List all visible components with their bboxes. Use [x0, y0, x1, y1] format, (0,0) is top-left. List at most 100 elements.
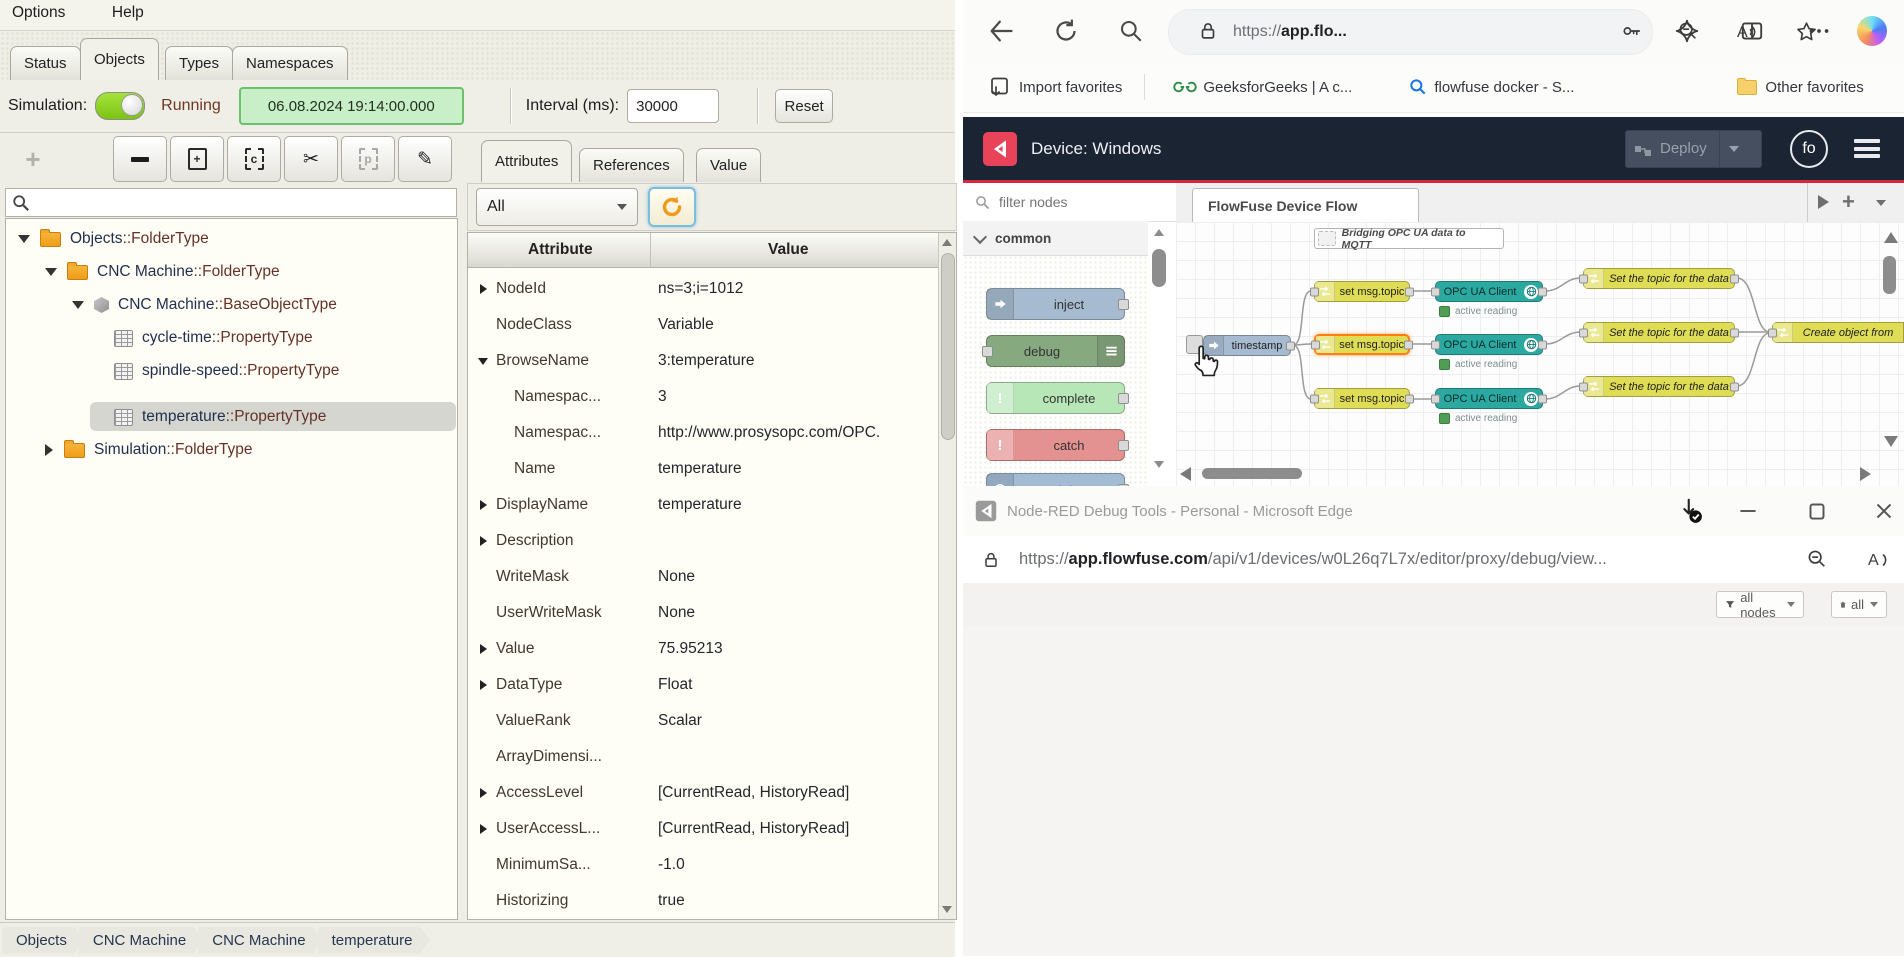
table-row[interactable]: WriteMaskNone [468, 559, 938, 595]
vscrollbar-thumb[interactable] [1883, 256, 1896, 294]
user-avatar[interactable]: fo [1790, 130, 1828, 168]
expander-icon[interactable] [45, 444, 53, 456]
input-port[interactable] [1431, 394, 1440, 403]
add-node-button[interactable]: + [6, 136, 60, 182]
flow-node-create-object[interactable]: Create object from [1772, 322, 1904, 343]
split-screen-icon[interactable] [1739, 18, 1765, 44]
tab-references[interactable]: References [579, 148, 684, 182]
output-port[interactable] [1538, 287, 1547, 296]
hamburger-menu-icon[interactable] [1854, 139, 1880, 158]
input-port[interactable] [1431, 287, 1440, 296]
palette-filter-input[interactable] [997, 193, 1151, 211]
table-row[interactable]: NodeIdns=3;i=1012 [468, 271, 938, 307]
read-aloud-icon[interactable]: A [1866, 548, 1890, 572]
scroll-down-icon[interactable] [1154, 461, 1164, 468]
table-row[interactable]: NodeClassVariable [468, 307, 938, 343]
tab-namespaces[interactable]: Namespaces [232, 46, 348, 80]
tree-item-objects[interactable]: Objects::FolderType [18, 224, 209, 254]
input-port[interactable] [1310, 394, 1319, 403]
hscroll-left-icon[interactable] [1180, 467, 1191, 481]
table-row[interactable]: ArrayDimensi... [468, 739, 938, 775]
copy-button[interactable]: c [227, 136, 281, 182]
tree-item-cycle-time[interactable]: cycle-time::PropertyType [114, 323, 313, 353]
cut-button[interactable]: ✂ [284, 136, 338, 182]
favorite-geeksforgeeks[interactable]: GeeksforGeeks | A c... [1203, 79, 1352, 96]
flow-node-set-topic-2[interactable]: Set the topic for the data [1583, 322, 1735, 343]
table-row[interactable]: DisplayNametemperature [468, 487, 938, 523]
output-port[interactable] [1404, 340, 1413, 349]
input-port[interactable] [1768, 328, 1777, 337]
palette-node-debug[interactable]: debug [986, 335, 1125, 367]
palette-node-catch[interactable]: ! catch [986, 429, 1125, 461]
expander-icon[interactable] [18, 235, 30, 243]
debug-window-titlebar[interactable]: Node-RED Debug Tools - Personal - Micros… [963, 486, 1904, 537]
simulation-toggle[interactable] [95, 92, 145, 120]
output-port[interactable] [1538, 340, 1547, 349]
tree-item-spindle-speed[interactable]: spindle-speed::PropertyType [114, 356, 339, 386]
debug-filter-button[interactable]: all nodes [1716, 591, 1804, 618]
output-port[interactable] [1730, 328, 1739, 337]
zoom-out-icon[interactable] [1806, 548, 1828, 570]
table-row[interactable]: AccessLevel[CurrentRead, HistoryRead] [468, 775, 938, 811]
scroll-up-icon[interactable] [1154, 229, 1164, 236]
scroll-up-icon[interactable] [942, 239, 952, 246]
flow-node-set-msg-topic-3[interactable]: set msg.topic [1314, 388, 1410, 409]
refresh-button[interactable] [1052, 17, 1080, 45]
menu-options[interactable]: Options [0, 0, 77, 26]
palette-node-status[interactable]: status [986, 473, 1125, 486]
breadcrumb-cnc-machine-2[interactable]: CNC Machine [198, 927, 323, 954]
tree-search-input[interactable] [30, 191, 456, 215]
maximize-button[interactable] [1804, 498, 1830, 524]
flow-node-opcua-client-1[interactable]: OPC UA Client [1435, 281, 1543, 302]
input-port[interactable] [1431, 340, 1440, 349]
search-icon[interactable] [1118, 18, 1144, 44]
attribute-filter-select[interactable]: All [476, 188, 638, 226]
password-key-icon[interactable] [1621, 20, 1643, 42]
table-row[interactable]: ValueRankScalar [468, 703, 938, 739]
palette-category-common[interactable]: common [963, 221, 1148, 256]
other-favorites[interactable]: Other favorites [1765, 79, 1863, 96]
table-row[interactable]: Nametemperature [468, 451, 938, 487]
close-button[interactable] [1871, 498, 1897, 524]
table-row[interactable]: Namespac...3 [468, 379, 938, 415]
favorite-flowfuse-docker[interactable]: flowfuse docker - S... [1434, 79, 1574, 96]
add-object-button[interactable]: + [170, 136, 224, 182]
download-icon[interactable] [1675, 496, 1705, 526]
tab-objects[interactable]: Objects [80, 38, 159, 80]
edit-button[interactable]: ✎ [398, 136, 452, 182]
table-row[interactable]: UserWriteMaskNone [468, 595, 938, 631]
flow-node-set-msg-topic-2-selected[interactable]: set msg.topic [1314, 334, 1410, 355]
output-port[interactable] [1730, 382, 1739, 391]
deploy-button[interactable]: Deploy [1625, 130, 1762, 168]
tab-attributes[interactable]: Attributes [481, 140, 572, 182]
flowfuse-logo-icon[interactable] [983, 132, 1017, 166]
table-row[interactable]: DataTypeFloat [468, 667, 938, 703]
palette-scrollbar[interactable] [1148, 221, 1176, 486]
tree-item-cnc-object[interactable]: CNC Machine::BaseObjectType [72, 290, 337, 320]
tab-status[interactable]: Status [10, 46, 81, 80]
table-row[interactable]: BrowseName3:temperature [468, 343, 938, 379]
tab-value[interactable]: Value [696, 148, 761, 182]
settings-more-icon[interactable] [1806, 18, 1832, 44]
output-port[interactable] [1405, 287, 1414, 296]
hscroll-right-icon[interactable] [1860, 467, 1871, 481]
simulation-datetime[interactable]: 06.08.2024 19:14:00.000 [239, 87, 464, 125]
table-row[interactable]: Value75.95213 [468, 631, 938, 667]
flow-canvas[interactable]: Bridging OPC UA data to MQTT timestamp s… [1176, 222, 1904, 486]
scrollbar-thumb[interactable] [1152, 249, 1166, 287]
breadcrumb-cnc-machine[interactable]: CNC Machine [79, 927, 204, 954]
chevron-down-icon[interactable] [1729, 146, 1739, 152]
output-port[interactable] [1405, 394, 1414, 403]
add-flow-icon[interactable]: + [1842, 189, 1855, 215]
output-port[interactable] [1538, 394, 1547, 403]
tab-types[interactable]: Types [165, 46, 233, 80]
breadcrumb-objects[interactable]: Objects [2, 927, 85, 954]
input-port[interactable] [1579, 328, 1588, 337]
paste-button[interactable]: p [341, 136, 395, 182]
browser-essentials-icon[interactable] [1674, 18, 1700, 44]
breadcrumb-temperature[interactable]: temperature [318, 927, 431, 954]
table-row[interactable]: UserAccessL...[CurrentRead, HistoryRead] [468, 811, 938, 847]
flow-list-chevron-icon[interactable] [1876, 200, 1886, 206]
comment-node[interactable]: Bridging OPC UA data to MQTT [1314, 228, 1504, 249]
remove-node-button[interactable] [113, 136, 167, 182]
